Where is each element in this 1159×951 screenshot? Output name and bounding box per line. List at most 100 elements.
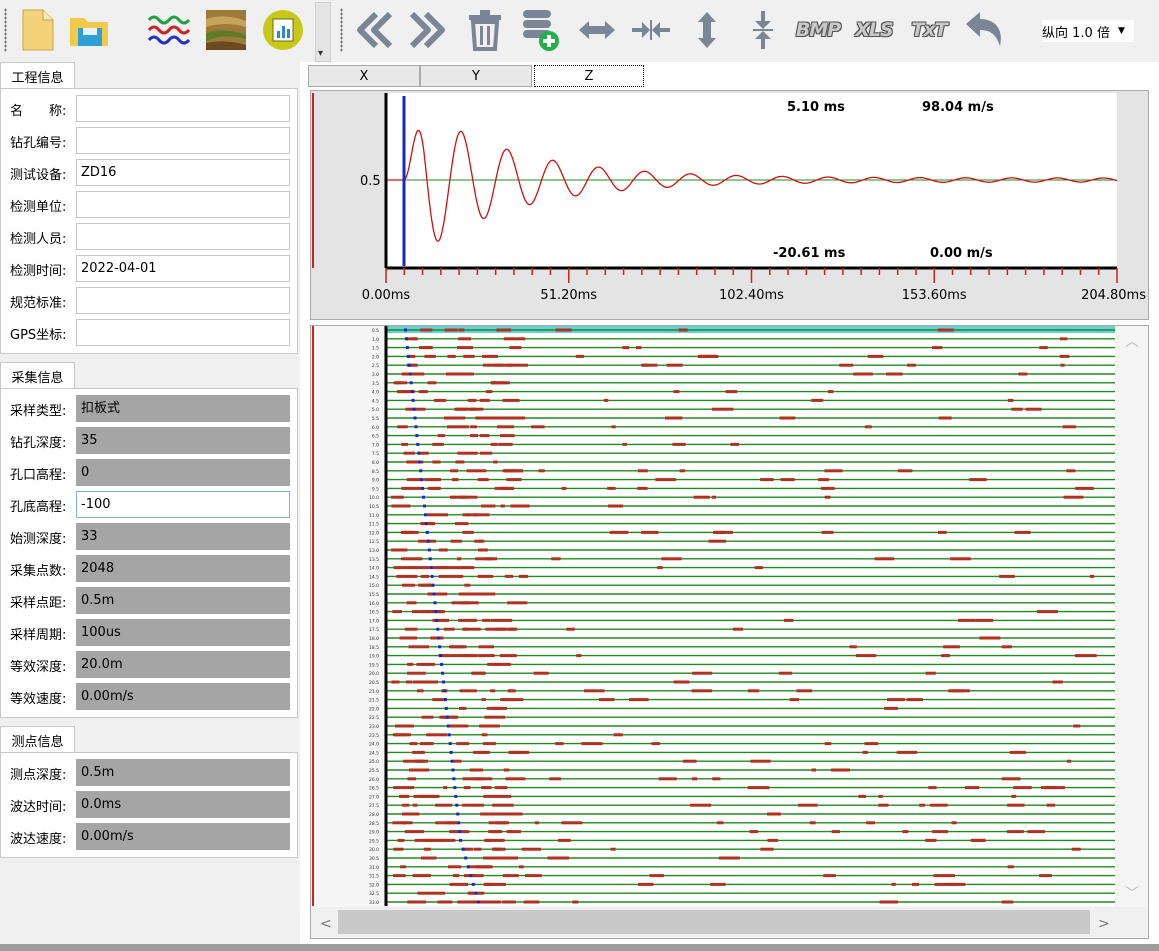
tab-z[interactable]: Z bbox=[534, 65, 644, 87]
pick-marker[interactable] bbox=[448, 742, 452, 746]
tab-point-info[interactable]: 测点信息 bbox=[0, 726, 75, 753]
toolbar-grip-2[interactable] bbox=[340, 8, 343, 52]
horizontal-scroll-thumb[interactable] bbox=[338, 910, 1090, 934]
pick-marker[interactable] bbox=[420, 478, 424, 482]
export-bmp-button[interactable]: BMP bbox=[795, 6, 841, 54]
field-value-input[interactable]: -100 bbox=[76, 491, 290, 518]
waveform-panel[interactable]: 0.5 5.10 ms 98.04 m/s -20.61 ms 0.00 m/s… bbox=[310, 90, 1149, 320]
pick-marker[interactable] bbox=[458, 830, 462, 834]
pick-marker[interactable] bbox=[441, 671, 445, 675]
strata-view-button[interactable] bbox=[203, 6, 249, 54]
stretch-vertical-button[interactable] bbox=[684, 6, 730, 54]
waveform-view-button[interactable] bbox=[147, 6, 193, 54]
pick-marker[interactable] bbox=[433, 601, 437, 605]
field-value-input[interactable]: 33 bbox=[76, 523, 290, 550]
zoom-select[interactable]: 纵向 1.0 倍 ▼ bbox=[1042, 20, 1134, 42]
pick-marker[interactable] bbox=[413, 416, 417, 420]
field-value-input[interactable] bbox=[76, 319, 290, 346]
field-value-input[interactable]: 0 bbox=[76, 459, 290, 486]
field-value-input[interactable]: 0.00m/s bbox=[76, 823, 290, 850]
pick-marker[interactable] bbox=[452, 777, 456, 781]
field-value-input[interactable]: 100us bbox=[76, 619, 290, 646]
pick-marker[interactable] bbox=[422, 495, 425, 499]
pick-marker[interactable] bbox=[432, 592, 436, 596]
pick-marker[interactable] bbox=[451, 768, 455, 772]
pick-marker[interactable] bbox=[443, 698, 447, 702]
trace-gather-panel[interactable]: 0.5 1.0 1.5 2.0 2.5 3.0 3.5 4.0 4.5 5.0 5.5 6.0 6.5 7… bbox=[310, 325, 1149, 939]
export-xls-button[interactable]: XLS bbox=[851, 6, 897, 54]
delete-button[interactable] bbox=[462, 6, 508, 54]
pick-marker[interactable] bbox=[436, 627, 440, 631]
pick-marker[interactable] bbox=[450, 759, 454, 763]
pick-marker[interactable] bbox=[423, 504, 426, 508]
tab-project-info[interactable]: 工程信息 bbox=[0, 62, 75, 89]
pick-marker[interactable] bbox=[406, 354, 410, 358]
export-txt-button[interactable]: TxT bbox=[906, 6, 952, 54]
field-value-input[interactable] bbox=[76, 287, 290, 314]
save-button[interactable] bbox=[66, 6, 112, 54]
pick-marker[interactable] bbox=[454, 794, 458, 798]
pick-marker[interactable] bbox=[464, 856, 468, 860]
pick-marker[interactable] bbox=[439, 654, 443, 658]
field-value-input[interactable]: 0.5m bbox=[76, 587, 290, 614]
pick-marker[interactable] bbox=[410, 390, 414, 394]
pick-marker[interactable] bbox=[412, 407, 416, 411]
pick-marker[interactable] bbox=[424, 513, 427, 517]
pick-marker[interactable] bbox=[409, 381, 413, 385]
waveform-chart[interactable]: 0.5 5.10 ms 98.04 m/s -20.61 ms 0.00 m/s… bbox=[311, 91, 1148, 319]
pick-marker[interactable] bbox=[405, 337, 408, 341]
toolbar-overflow-button[interactable]: ▾ bbox=[315, 2, 331, 62]
field-value-input[interactable]: 0.00m/s bbox=[76, 683, 290, 710]
toolbar-grip[interactable] bbox=[4, 8, 7, 52]
pick-marker[interactable] bbox=[435, 618, 439, 622]
field-value-input[interactable]: 2022-04-01 bbox=[76, 255, 290, 282]
field-value-input[interactable]: 20.0m bbox=[76, 651, 290, 678]
pick-marker[interactable] bbox=[418, 460, 422, 464]
pick-marker[interactable] bbox=[415, 434, 419, 438]
pick-marker[interactable] bbox=[416, 442, 420, 446]
pick-marker[interactable] bbox=[469, 874, 473, 878]
trace-gather-chart[interactable]: 0.5 1.0 1.5 2.0 2.5 3.0 3.5 4.0 4.5 5.0 5.5 6.0 6.5 7… bbox=[311, 326, 1148, 938]
field-value-input[interactable] bbox=[76, 191, 290, 218]
pick-marker[interactable] bbox=[425, 530, 429, 534]
pick-marker[interactable] bbox=[437, 636, 441, 640]
field-value-input[interactable] bbox=[76, 223, 290, 250]
pick-marker[interactable] bbox=[404, 328, 407, 332]
compress-vertical-button[interactable] bbox=[740, 6, 786, 54]
scroll-right-icon[interactable]: > bbox=[1098, 916, 1110, 932]
pick-marker[interactable] bbox=[438, 645, 442, 649]
vertical-scrollbar[interactable] bbox=[1115, 326, 1147, 906]
pick-marker[interactable] bbox=[407, 363, 411, 367]
pick-marker[interactable] bbox=[444, 706, 448, 710]
pick-marker[interactable] bbox=[453, 786, 457, 790]
pick-marker[interactable] bbox=[414, 425, 418, 429]
pick-marker[interactable] bbox=[430, 574, 434, 578]
field-value-input[interactable]: 2048 bbox=[76, 555, 290, 582]
pick-marker[interactable] bbox=[471, 882, 475, 886]
pick-marker[interactable] bbox=[431, 583, 435, 587]
stretch-horizontal-button[interactable] bbox=[574, 6, 620, 54]
pick-marker[interactable] bbox=[426, 539, 430, 543]
field-value-input[interactable]: ZD16 bbox=[76, 159, 290, 186]
tab-y[interactable]: Y bbox=[420, 65, 532, 87]
tab-acquisition-info[interactable]: 采集信息 bbox=[0, 362, 75, 389]
pick-marker[interactable] bbox=[408, 372, 412, 376]
field-value-input[interactable] bbox=[76, 95, 290, 122]
report-button[interactable] bbox=[260, 6, 306, 54]
scroll-left-icon[interactable]: < bbox=[320, 916, 332, 932]
pick-marker[interactable] bbox=[445, 715, 449, 719]
pick-marker[interactable] bbox=[424, 522, 428, 526]
pick-marker[interactable] bbox=[427, 548, 431, 552]
pick-marker[interactable] bbox=[442, 680, 445, 684]
pick-marker[interactable] bbox=[411, 398, 415, 402]
pick-marker[interactable] bbox=[417, 451, 421, 455]
pick-marker[interactable] bbox=[434, 610, 438, 614]
undo-button[interactable] bbox=[961, 6, 1007, 54]
add-record-button[interactable] bbox=[517, 6, 563, 54]
pick-marker[interactable] bbox=[449, 750, 453, 754]
pick-marker[interactable] bbox=[455, 803, 459, 807]
pick-marker[interactable] bbox=[459, 838, 463, 842]
pick-marker[interactable] bbox=[419, 469, 423, 473]
pick-marker[interactable] bbox=[461, 847, 465, 851]
previous-button[interactable] bbox=[351, 6, 397, 54]
